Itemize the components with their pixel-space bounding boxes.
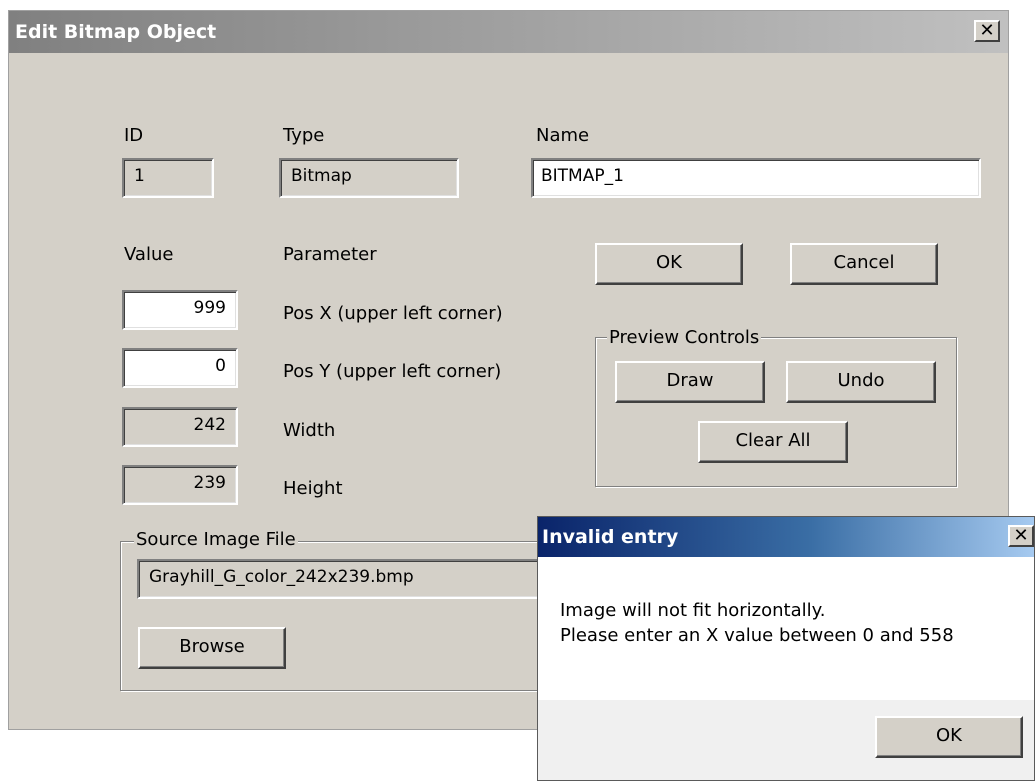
- type-label: Type: [283, 125, 325, 146]
- draw-button[interactable]: Draw: [615, 361, 765, 403]
- invalid-entry-dialog: Invalid entry ✕ Image will not fit horiz…: [537, 516, 1035, 781]
- clear-all-button[interactable]: Clear All: [698, 421, 848, 463]
- ok-button[interactable]: OK: [595, 243, 743, 285]
- dialog-title: Edit Bitmap Object: [15, 21, 217, 43]
- popup-ok-button[interactable]: OK: [875, 716, 1023, 758]
- width-label: Width: [283, 420, 336, 441]
- cancel-button[interactable]: Cancel: [790, 243, 938, 285]
- value-header: Value: [124, 244, 174, 265]
- browse-button[interactable]: Browse: [138, 627, 286, 669]
- name-label: Name: [536, 125, 590, 146]
- name-input[interactable]: BITMAP_1: [531, 158, 981, 198]
- height-field: 239: [122, 465, 238, 505]
- source-file-field: Grayhill_G_color_242x239.bmp: [137, 559, 557, 599]
- pos-y-label: Pos Y (upper left corner): [283, 361, 502, 382]
- id-label: ID: [124, 125, 144, 146]
- preview-controls-label: Preview Controls: [607, 327, 762, 348]
- source-image-label: Source Image File: [134, 529, 298, 550]
- popup-message-line2: Please enter an X value between 0 and 55…: [560, 625, 954, 646]
- popup-close-button[interactable]: ✕: [1008, 525, 1034, 547]
- pos-x-input[interactable]: 999: [122, 290, 238, 330]
- preview-controls-group: [595, 337, 957, 487]
- height-label: Height: [283, 478, 343, 499]
- parameter-header: Parameter: [283, 244, 377, 265]
- popup-message-area: Image will not fit horizontally. Please …: [538, 557, 1034, 700]
- close-icon: ✕: [979, 20, 995, 41]
- popup-title-bar[interactable]: Invalid entry ✕: [538, 517, 1034, 557]
- close-icon: ✕: [1013, 525, 1029, 546]
- id-field: 1: [122, 158, 214, 198]
- pos-y-input[interactable]: 0: [122, 348, 238, 388]
- dialog-title-bar[interactable]: Edit Bitmap Object ✕: [9, 11, 1008, 53]
- undo-button[interactable]: Undo: [786, 361, 936, 403]
- popup-title: Invalid entry: [542, 526, 679, 548]
- pos-x-label: Pos X (upper left corner): [283, 303, 503, 324]
- close-button[interactable]: ✕: [974, 20, 1000, 42]
- popup-message-line1: Image will not fit horizontally.: [560, 600, 826, 621]
- width-field: 242: [122, 407, 238, 447]
- type-field: Bitmap: [279, 158, 459, 198]
